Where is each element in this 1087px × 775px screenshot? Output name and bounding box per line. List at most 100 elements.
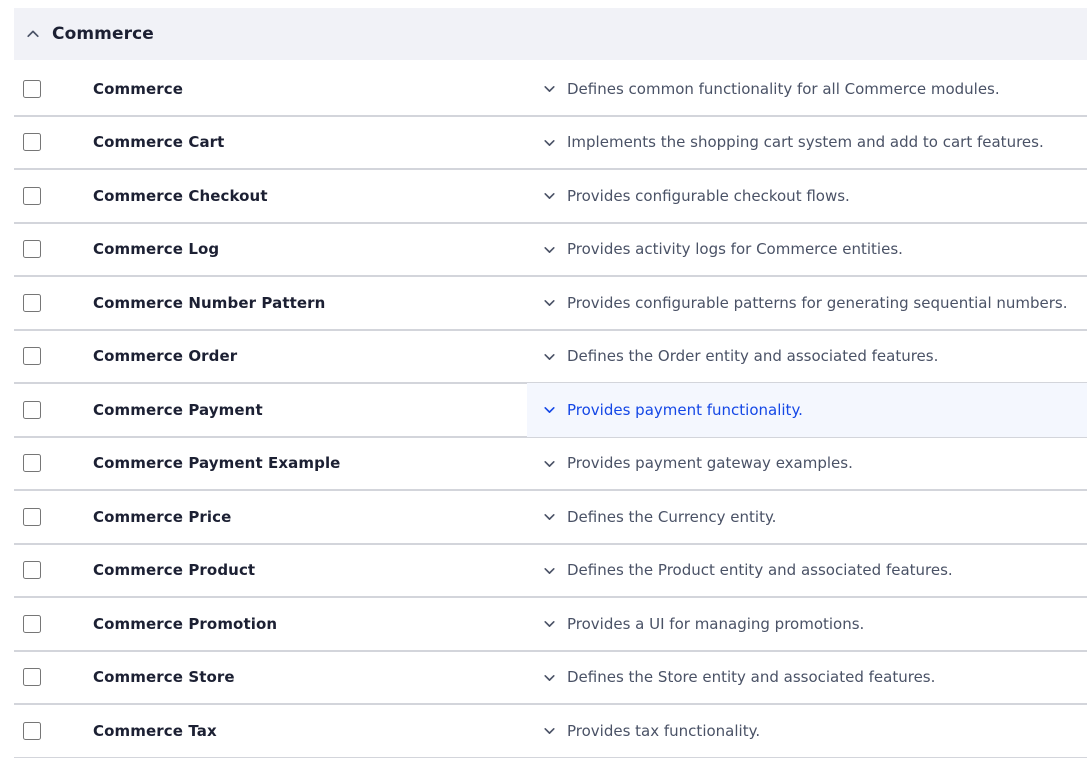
module-checkbox-cell — [0, 383, 78, 437]
module-description: Defines the Currency entity. — [567, 507, 777, 526]
module-checkbox-cell — [0, 597, 78, 651]
table-row[interactable]: Commerce Price Defines the Currency enti… — [0, 490, 1087, 544]
module-description-cell[interactable]: Defines the Currency entity. — [527, 490, 1087, 544]
table-row[interactable]: Commerce Defines common functionality fo… — [0, 62, 1087, 116]
module-enable-checkbox[interactable] — [23, 293, 41, 312]
module-name: Commerce Promotion — [93, 614, 278, 633]
table-row[interactable]: Commerce Log Provides activity logs for … — [0, 222, 1087, 277]
module-description-cell[interactable]: Provides activity logs for Commerce enti… — [527, 223, 1087, 277]
module-description: Defines common functionality for all Com… — [567, 79, 1000, 98]
module-name-cell: Commerce Log — [78, 223, 527, 277]
table-row[interactable]: Commerce Product Defines the Product ent… — [0, 543, 1087, 598]
module-description-cell[interactable]: Provides configurable patterns for gener… — [527, 276, 1087, 330]
module-name-cell: Commerce Order — [78, 330, 527, 384]
module-name-cell: Commerce Cart — [78, 116, 527, 170]
module-name: Commerce Log — [93, 240, 220, 259]
table-row[interactable]: Commerce Tax Provides tax functionality. — [0, 704, 1087, 758]
group-header-commerce[interactable]: Commerce — [14, 8, 1087, 60]
group-title: Commerce — [52, 24, 154, 44]
module-checkbox-cell — [0, 704, 78, 758]
table-row[interactable]: Commerce Cart Implements the shopping ca… — [0, 115, 1087, 170]
chevron-down-icon[interactable] — [540, 722, 558, 740]
module-name: Commerce Product — [93, 561, 256, 580]
module-description: Implements the shopping cart system and … — [567, 133, 1044, 152]
table-row[interactable]: Commerce Number Pattern Provides configu… — [0, 276, 1087, 330]
module-checkbox-cell — [0, 544, 78, 598]
module-description-cell[interactable]: Provides a UI for managing promotions. — [527, 597, 1087, 651]
table-row[interactable]: Commerce Payment Example Provides paymen… — [0, 436, 1087, 491]
modules-page: Commerce Commerce Defines common functio… — [0, 0, 1087, 775]
chevron-down-icon[interactable] — [540, 347, 558, 365]
module-description: Defines the Order entity and associated … — [567, 347, 939, 366]
module-name: Commerce Number Pattern — [93, 293, 326, 312]
module-description-cell[interactable]: Implements the shopping cart system and … — [527, 116, 1087, 170]
module-enable-checkbox[interactable] — [23, 240, 41, 259]
table-row[interactable]: Commerce Order Defines the Order entity … — [0, 329, 1087, 384]
module-description-cell[interactable]: Defines common functionality for all Com… — [527, 62, 1087, 116]
module-description-cell[interactable]: Provides configurable checkout flows. — [527, 169, 1087, 223]
chevron-down-icon[interactable] — [540, 508, 558, 526]
chevron-down-icon[interactable] — [540, 615, 558, 633]
module-enable-checkbox[interactable] — [23, 721, 41, 740]
module-enable-checkbox[interactable] — [23, 186, 41, 205]
module-enable-checkbox[interactable] — [23, 79, 41, 98]
module-enable-checkbox[interactable] — [23, 507, 41, 526]
module-name: Commerce Payment — [93, 400, 263, 419]
module-name: Commerce Cart — [93, 133, 225, 152]
module-description: Provides configurable checkout flows. — [567, 186, 850, 205]
module-enable-checkbox[interactable] — [23, 133, 41, 152]
chevron-down-icon[interactable] — [540, 133, 558, 151]
chevron-down-icon[interactable] — [540, 80, 558, 98]
module-enable-checkbox[interactable] — [23, 454, 41, 473]
module-name: Commerce Order — [93, 347, 238, 366]
module-description: Provides payment gateway examples. — [567, 454, 853, 473]
module-checkbox-cell — [0, 169, 78, 223]
table-row[interactable]: Commerce Checkout Provides configurable … — [0, 169, 1087, 223]
module-name: Commerce Price — [93, 507, 232, 526]
module-name-cell: Commerce Checkout — [78, 169, 527, 223]
module-name: Commerce Tax — [93, 721, 217, 740]
module-description: Defines the Store entity and associated … — [567, 668, 936, 687]
chevron-down-icon[interactable] — [540, 561, 558, 579]
module-description: Provides activity logs for Commerce enti… — [567, 240, 903, 259]
chevron-down-icon[interactable] — [540, 294, 558, 312]
module-description-cell[interactable]: Provides payment gateway examples. — [527, 437, 1087, 491]
module-description-cell[interactable]: Provides tax functionality. — [527, 704, 1087, 758]
module-name-cell: Commerce Product — [78, 544, 527, 598]
module-description-cell[interactable]: Defines the Order entity and associated … — [527, 330, 1087, 384]
chevron-up-icon[interactable] — [22, 23, 44, 45]
module-description: Provides tax functionality. — [567, 721, 761, 740]
module-enable-checkbox[interactable] — [23, 347, 41, 366]
module-enable-checkbox[interactable] — [23, 561, 41, 580]
module-name: Commerce — [93, 79, 184, 98]
module-description: Provides configurable patterns for gener… — [567, 293, 1068, 312]
table-row[interactable]: Commerce Store Defines the Store entity … — [0, 650, 1087, 705]
module-name-cell: Commerce Store — [78, 651, 527, 705]
chevron-down-icon[interactable] — [540, 454, 558, 472]
chevron-down-icon[interactable] — [540, 401, 558, 419]
module-name: Commerce Payment Example — [93, 454, 341, 473]
modules-table: Commerce Defines common functionality fo… — [0, 62, 1087, 758]
table-row[interactable]: Commerce Payment Provides payment functi… — [0, 383, 1087, 437]
module-description: Provides a UI for managing promotions. — [567, 614, 865, 633]
module-description-cell[interactable]: Provides payment functionality. — [527, 383, 1087, 437]
module-checkbox-cell — [0, 490, 78, 544]
module-name: Commerce Checkout — [93, 186, 268, 205]
module-description-cell[interactable]: Defines the Store entity and associated … — [527, 651, 1087, 705]
module-enable-checkbox[interactable] — [23, 668, 41, 687]
module-name-cell: Commerce — [78, 62, 527, 116]
table-row[interactable]: Commerce Promotion Provides a UI for man… — [0, 597, 1087, 651]
module-name-cell: Commerce Payment — [78, 383, 527, 437]
module-checkbox-cell — [0, 62, 78, 116]
module-checkbox-cell — [0, 116, 78, 170]
module-enable-checkbox[interactable] — [23, 400, 41, 419]
chevron-down-icon[interactable] — [540, 187, 558, 205]
module-checkbox-cell — [0, 276, 78, 330]
chevron-down-icon[interactable] — [540, 240, 558, 258]
module-checkbox-cell — [0, 330, 78, 384]
module-checkbox-cell — [0, 223, 78, 277]
chevron-down-icon[interactable] — [540, 668, 558, 686]
module-name-cell: Commerce Promotion — [78, 597, 527, 651]
module-enable-checkbox[interactable] — [23, 614, 41, 633]
module-description-cell[interactable]: Defines the Product entity and associate… — [527, 544, 1087, 598]
